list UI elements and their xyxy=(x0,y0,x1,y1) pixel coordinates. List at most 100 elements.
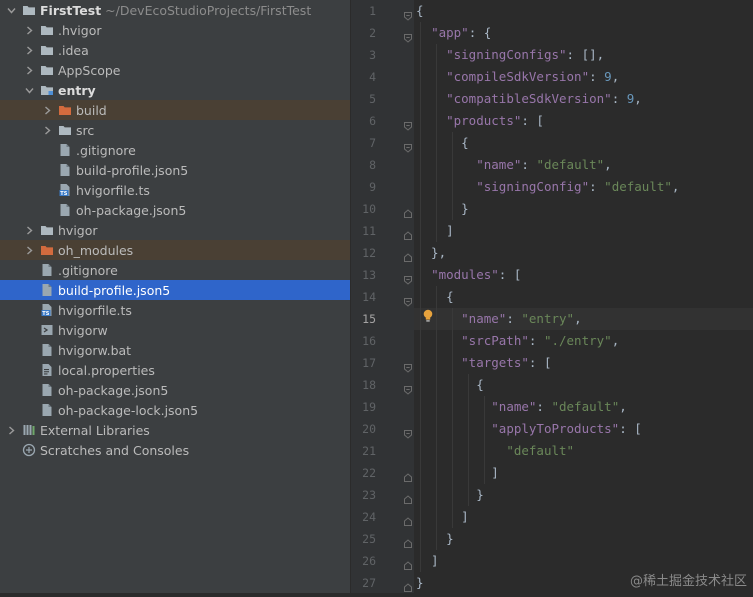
code-line[interactable]: "signingConfig": "default", xyxy=(416,176,679,198)
code-line[interactable]: }, xyxy=(416,242,446,264)
code-line[interactable]: "signingConfigs": [], xyxy=(416,44,604,66)
code-line[interactable]: ] xyxy=(416,506,469,528)
fold-marker-icon[interactable] xyxy=(403,204,413,218)
fold-marker-icon[interactable] xyxy=(403,248,413,262)
code-token: , xyxy=(611,333,620,348)
code-token: "entry" xyxy=(521,311,575,326)
code-line[interactable]: "name": "default", xyxy=(416,396,626,418)
code-line[interactable]: "srcPath": "./entry", xyxy=(416,330,619,352)
code-line[interactable]: "compatibleSdkVersion": 9, xyxy=(416,88,642,110)
code-line[interactable]: } xyxy=(416,198,469,220)
code-token: : { xyxy=(468,25,492,40)
code-line[interactable]: "compileSdkVersion": 9, xyxy=(416,66,619,88)
fold-marker-icon[interactable] xyxy=(403,226,413,240)
chevron-right-icon[interactable] xyxy=(24,223,36,237)
code-line[interactable]: "targets": [ xyxy=(416,352,551,374)
tree-row-label: hvigorfile.ts xyxy=(76,182,150,198)
code-line[interactable]: "products": [ xyxy=(416,110,544,132)
tree-row[interactable]: TS hvigorfile.ts xyxy=(0,300,350,320)
tree-row-label: hvigor xyxy=(58,222,98,238)
code-line[interactable]: { xyxy=(416,374,484,396)
chevron-down-icon[interactable] xyxy=(6,3,18,17)
tree-row[interactable]: hvigorw xyxy=(0,320,350,340)
fold-marker-icon[interactable] xyxy=(403,138,413,153)
tree-row[interactable]: FirstTest ~/DevEcoStudioProjects/FirstTes… xyxy=(0,0,350,20)
chevron-right-icon[interactable] xyxy=(42,103,54,117)
fold-marker-icon[interactable] xyxy=(403,28,413,43)
chevron-right-icon[interactable] xyxy=(6,423,18,437)
tree-row[interactable]: src xyxy=(0,120,350,140)
tree-row[interactable]: .gitignore xyxy=(0,260,350,280)
tree-row[interactable]: oh_modules xyxy=(0,240,350,260)
tree-row[interactable]: build-profile.json5 xyxy=(0,160,350,180)
tree-row[interactable]: .idea xyxy=(0,40,350,60)
code-line[interactable]: "applyToProducts": [ xyxy=(416,418,642,440)
tree-row[interactable]: Scratches and Consoles xyxy=(0,440,350,460)
tree-row[interactable]: TS hvigorfile.ts xyxy=(0,180,350,200)
tree-row[interactable]: .hvigor xyxy=(0,20,350,40)
tree-row[interactable]: hvigor xyxy=(0,220,350,240)
line-number: 18 xyxy=(362,378,376,392)
fold-marker-icon[interactable] xyxy=(403,578,413,592)
fold-marker-icon[interactable] xyxy=(403,380,413,395)
fold-marker-icon[interactable] xyxy=(403,490,413,504)
code-token: : [ xyxy=(521,113,544,128)
svg-text:TS: TS xyxy=(60,191,67,197)
line-number: 22 xyxy=(362,466,376,480)
code-line[interactable]: } xyxy=(416,484,484,506)
code-line[interactable]: { xyxy=(416,132,469,154)
arrow-spacer xyxy=(24,403,36,417)
code-line[interactable]: } xyxy=(416,528,454,550)
tree-row[interactable]: oh-package.json5 xyxy=(0,380,350,400)
fold-marker-icon[interactable] xyxy=(403,424,413,439)
file-icon xyxy=(40,383,54,397)
fold-marker-icon[interactable] xyxy=(403,556,413,570)
tree-row[interactable]: oh-package.json5 xyxy=(0,200,350,220)
chevron-right-icon[interactable] xyxy=(24,243,36,257)
fold-marker-icon[interactable] xyxy=(403,270,413,285)
tree-row[interactable]: External Libraries xyxy=(0,420,350,440)
tree-row[interactable]: .gitignore xyxy=(0,140,350,160)
chevron-right-icon[interactable] xyxy=(24,23,36,37)
code-line[interactable]: ] xyxy=(416,220,454,242)
tree-row-label: oh_modules xyxy=(58,242,134,258)
code-line[interactable]: "app": { xyxy=(416,22,491,44)
fold-marker-icon[interactable] xyxy=(403,358,413,373)
code-token: { xyxy=(416,289,454,304)
code-line[interactable]: "name": "default", xyxy=(416,154,611,176)
code-line[interactable]: } xyxy=(416,572,424,594)
fold-marker-icon[interactable] xyxy=(403,292,413,307)
tree-row[interactable]: AppScope xyxy=(0,60,350,80)
code-line[interactable]: { xyxy=(416,286,454,308)
code-token: { xyxy=(416,135,469,150)
tree-row-label: External Libraries xyxy=(40,422,150,438)
fold-marker-icon[interactable] xyxy=(403,468,413,482)
fold-marker-icon[interactable] xyxy=(403,534,413,548)
code-token: : [ xyxy=(498,267,522,282)
chevron-right-icon[interactable] xyxy=(24,43,36,57)
fold-marker-icon[interactable] xyxy=(403,6,413,21)
code-line[interactable]: "default" xyxy=(416,440,574,462)
tree-row[interactable]: oh-package-lock.json5 xyxy=(0,400,350,420)
tree-row[interactable]: local.properties xyxy=(0,360,350,380)
tree-row[interactable]: build xyxy=(0,100,350,120)
code-line[interactable]: ] xyxy=(416,462,499,484)
code-line[interactable]: { xyxy=(416,0,424,22)
fold-marker-icon[interactable] xyxy=(403,512,413,526)
tree-row[interactable]: entry xyxy=(0,80,350,100)
chevron-right-icon[interactable] xyxy=(24,63,36,77)
chevron-down-icon[interactable] xyxy=(24,83,36,97)
code-line[interactable]: "name": "entry", xyxy=(416,308,581,330)
fold-marker-icon[interactable] xyxy=(403,116,413,131)
code-line[interactable]: "modules": [ xyxy=(416,264,521,286)
line-number: 8 xyxy=(369,158,376,172)
code-line[interactable]: ] xyxy=(416,550,439,572)
chevron-right-icon[interactable] xyxy=(42,123,54,137)
tree-row[interactable]: build-profile.json5 xyxy=(0,280,350,300)
lightbulb-icon[interactable] xyxy=(422,309,434,323)
code-token: : xyxy=(528,333,544,348)
code-token: "compileSdkVersion" xyxy=(446,69,590,84)
tree-row[interactable]: hvigorw.bat xyxy=(0,340,350,360)
